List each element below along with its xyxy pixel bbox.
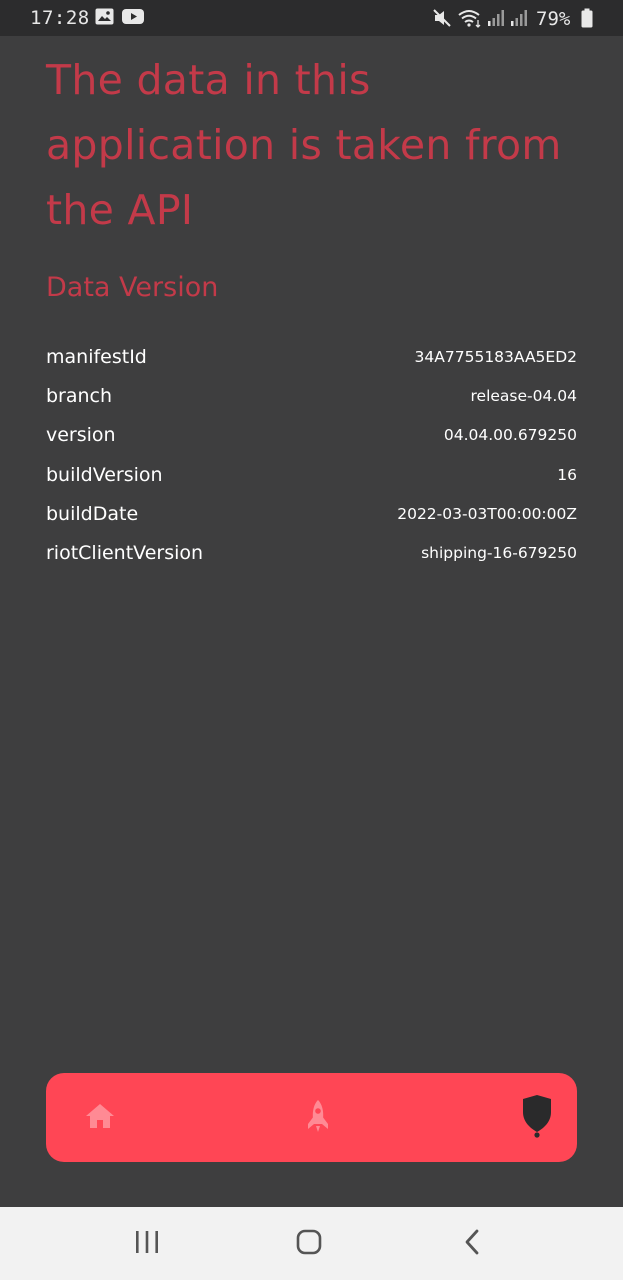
- recents-icon: [134, 1229, 160, 1259]
- shield-icon: [521, 1094, 553, 1142]
- row-key: manifestId: [46, 345, 147, 368]
- battery-percent: 79%: [536, 8, 571, 30]
- table-row: branch release-04.04: [46, 376, 577, 415]
- row-key: buildVersion: [46, 463, 163, 486]
- section-title-data-version: Data Version: [46, 272, 219, 303]
- battery-icon: [581, 8, 593, 32]
- signal-icon: [509, 8, 529, 32]
- row-value: 2022-03-03T00:00:00Z: [397, 504, 577, 523]
- home-icon: [85, 1102, 115, 1134]
- row-key: branch: [46, 384, 113, 407]
- youtube-icon: [122, 8, 144, 29]
- row-value: 16: [557, 465, 577, 484]
- nav-rocket-button[interactable]: [283, 1073, 353, 1162]
- home-button-icon: [296, 1229, 322, 1259]
- page-headline: The data in this application is taken fr…: [46, 56, 562, 234]
- row-key: riotClientVersion: [46, 542, 204, 565]
- table-row: buildDate 2022-03-03T00:00:00Z: [46, 494, 577, 533]
- back-button[interactable]: [452, 1227, 492, 1261]
- row-key: buildDate: [46, 502, 139, 525]
- home-system-button[interactable]: [289, 1227, 329, 1261]
- row-key: version: [46, 424, 116, 447]
- wifi-icon: [457, 8, 483, 32]
- nav-shield-button[interactable]: [502, 1073, 572, 1162]
- system-navigation-bar: [0, 1207, 623, 1280]
- nav-home-button[interactable]: [65, 1073, 135, 1162]
- bottom-navigation-bar: [46, 1073, 577, 1162]
- recents-button[interactable]: [127, 1227, 167, 1261]
- status-time: 17:28: [30, 7, 90, 29]
- rocket-icon: [304, 1099, 332, 1137]
- data-version-table: manifestId 34A7755183AA5ED2 branch relea…: [46, 337, 577, 573]
- row-value: 04.04.00.679250: [443, 426, 577, 445]
- table-row: buildVersion 16: [46, 455, 577, 494]
- table-row: riotClientVersion shipping-16-679250: [46, 533, 577, 572]
- back-icon: [461, 1228, 483, 1260]
- signal-icon: [486, 8, 506, 32]
- row-value: release-04.04: [470, 386, 578, 405]
- row-value: shipping-16-679250: [421, 544, 577, 563]
- table-row: version 04.04.00.679250: [46, 416, 577, 455]
- mute-icon: [432, 8, 452, 32]
- gallery-icon: [95, 8, 114, 29]
- status-bar: 17:28 79%: [0, 0, 623, 36]
- table-row: manifestId 34A7755183AA5ED2: [46, 337, 577, 376]
- row-value: 34A7755183AA5ED2: [414, 347, 577, 366]
